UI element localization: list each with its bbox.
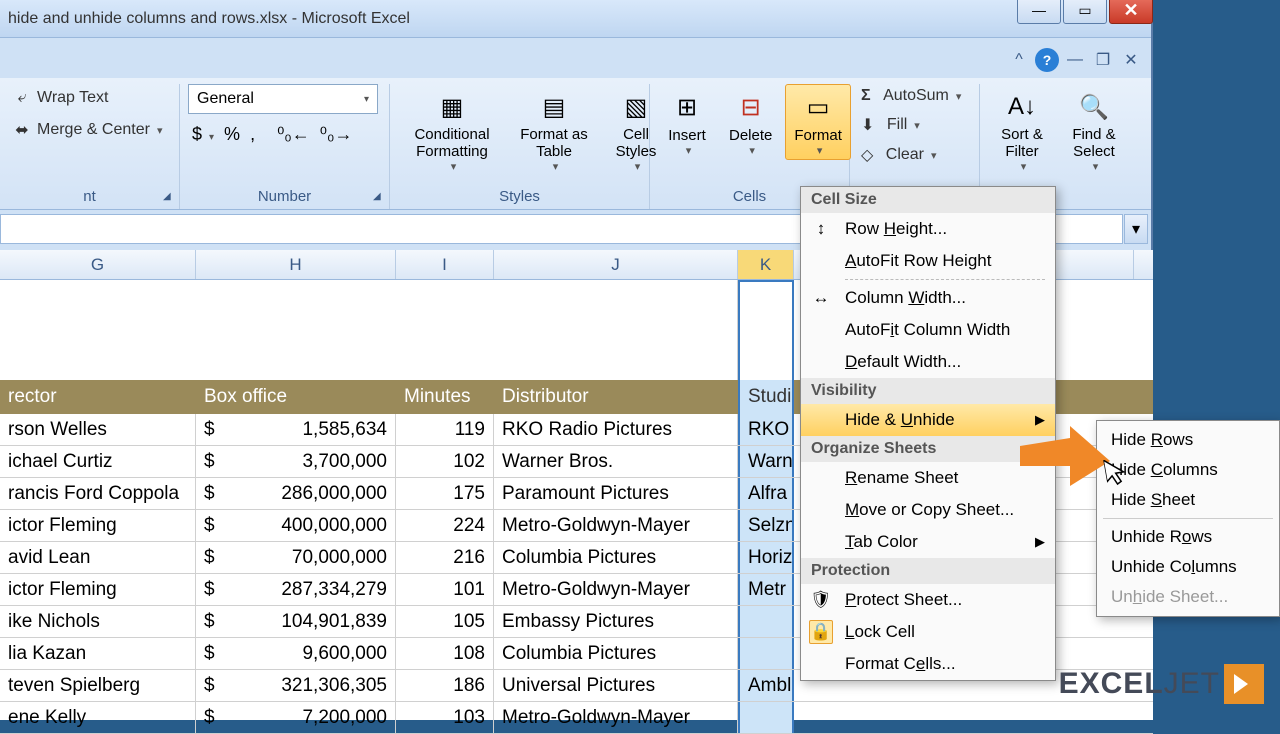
alignment-group-label: nt (8, 184, 171, 209)
menu-move-copy[interactable]: Move or Copy Sheet... (801, 494, 1055, 526)
autosum-button[interactable]: Σ AutoSum (858, 84, 968, 108)
menu-default-width[interactable]: Default Width... (801, 346, 1055, 378)
submenu-unhide-rows[interactable]: Unhide Rows (1097, 522, 1279, 552)
menu-autofit-row[interactable]: AutoFit Row Height (801, 245, 1055, 277)
column-header-k[interactable]: K (738, 250, 794, 279)
format-icon: ▭ (798, 87, 838, 127)
alignment-launcher-icon[interactable]: ◢ (163, 191, 177, 205)
column-header-j[interactable]: J (494, 250, 738, 279)
hide-unhide-submenu: Hide Rows Hide Columns Hide Sheet Unhide… (1096, 420, 1280, 617)
delete-button[interactable]: ⊟ Delete (720, 84, 781, 160)
merge-center-button[interactable]: ⬌ Merge & Center (8, 116, 169, 144)
annotation-arrow-icon (1020, 426, 1110, 496)
lock-icon: 🔒 (809, 620, 833, 644)
menu-column-width[interactable]: ↔ Column Width... (801, 282, 1055, 314)
menu-tab-color[interactable]: Tab Color ▶ (801, 526, 1055, 558)
row-height-icon: ↕ (809, 217, 833, 241)
menu-autofit-column[interactable]: AutoFit Column Width (801, 314, 1055, 346)
ribbon-minimize-icon[interactable]: ^ (1007, 48, 1031, 72)
format-as-table-button[interactable]: ▤ Format as Table (510, 84, 598, 176)
binoculars-icon: 🔍 (1074, 87, 1114, 127)
maximize-button[interactable]: ▭ (1063, 0, 1107, 24)
window-minimize-icon[interactable]: — (1063, 48, 1087, 72)
percent-button[interactable]: % (224, 124, 240, 145)
formula-bar-expand[interactable]: ▾ (1124, 214, 1148, 244)
wrap-text-button[interactable]: ⤶ Wrap Text (8, 84, 115, 112)
conditional-formatting-button[interactable]: ▦ Conditional Formatting (398, 84, 506, 176)
format-button[interactable]: ▭ Format (785, 84, 851, 160)
window-title: hide and unhide columns and rows.xlsx - … (8, 10, 410, 28)
menu-section-visibility: Visibility (801, 378, 1055, 404)
menu-section-cell-size: Cell Size (801, 187, 1055, 213)
window-close-icon[interactable]: ✕ (1119, 48, 1143, 72)
menu-lock-cell[interactable]: 🔒 Lock Cell (801, 616, 1055, 648)
conditional-formatting-icon: ▦ (432, 87, 472, 127)
shield-icon: 🛡 (809, 588, 833, 612)
menu-protect-sheet[interactable]: 🛡 Protect Sheet... (801, 584, 1055, 616)
delete-icon: ⊟ (731, 87, 771, 127)
sigma-icon: Σ (861, 87, 871, 105)
number-format-value: General (197, 90, 254, 108)
menu-hide-unhide[interactable]: Hide & Unhide ▶ (801, 404, 1055, 436)
format-dropdown-menu: Cell Size ↕ Row Height... AutoFit Row He… (800, 186, 1056, 681)
wrap-text-label: Wrap Text (37, 89, 108, 107)
submenu-unhide-sheet: Unhide Sheet... (1097, 582, 1279, 612)
header-distributor: Distributor (494, 380, 738, 414)
increase-decimal-button[interactable]: ⁰₀← (277, 124, 310, 145)
submenu-arrow-icon: ▶ (1035, 534, 1045, 550)
number-launcher-icon[interactable]: ◢ (373, 191, 387, 205)
sort-filter-icon: A↓ (1002, 87, 1042, 127)
menu-rename-sheet[interactable]: Rename Sheet (801, 462, 1055, 494)
menu-section-organize: Organize Sheets (801, 436, 1055, 462)
window-restore-icon[interactable]: ❐ (1091, 48, 1115, 72)
format-table-icon: ▤ (534, 87, 574, 127)
styles-group-label: Styles (398, 184, 641, 209)
sort-filter-button[interactable]: A↓ Sort & Filter (988, 84, 1056, 176)
exceljet-logo: EXCELJET (1059, 664, 1264, 704)
insert-icon: ⊞ (667, 87, 707, 127)
merge-center-label: Merge & Center (37, 121, 150, 139)
merge-icon: ⬌ (11, 119, 33, 141)
menu-section-protection: Protection (801, 558, 1055, 584)
column-width-icon: ↔ (809, 286, 833, 310)
find-select-button[interactable]: 🔍 Find & Select (1060, 84, 1128, 176)
minimize-button[interactable]: — (1017, 0, 1061, 24)
fill-button[interactable]: ⬇ Fill (858, 112, 927, 138)
header-studio: Studi (738, 380, 794, 414)
column-header-i[interactable]: I (396, 250, 494, 279)
submenu-hide-rows[interactable]: Hide Rows (1097, 425, 1279, 455)
help-icon[interactable]: ? (1035, 48, 1059, 72)
wrap-text-icon: ⤶ (11, 87, 33, 109)
clear-button[interactable]: ◇ Clear (858, 142, 944, 168)
submenu-unhide-columns[interactable]: Unhide Columns (1097, 552, 1279, 582)
number-group-label: Number (188, 184, 381, 209)
eraser-icon: ◇ (861, 145, 873, 165)
fill-icon: ⬇ (861, 115, 874, 135)
close-button[interactable]: ✕ (1109, 0, 1153, 24)
column-header-g[interactable]: G (0, 250, 196, 279)
logo-play-icon (1224, 664, 1264, 704)
titlebar: hide and unhide columns and rows.xlsx - … (0, 0, 1151, 38)
insert-button[interactable]: ⊞ Insert (658, 84, 716, 160)
menu-format-cells[interactable]: Format Cells... (801, 648, 1055, 680)
table-row[interactable]: ene Kelly$7,200,000103Metro-Goldwyn-Maye… (0, 702, 1153, 734)
menu-row-height[interactable]: ↕ Row Height... (801, 213, 1055, 245)
decrease-decimal-button[interactable]: ⁰₀→ (320, 124, 353, 145)
header-boxoffice: Box office (196, 380, 396, 414)
number-format-dropdown[interactable]: General ▾ (188, 84, 378, 114)
column-header-h[interactable]: H (196, 250, 396, 279)
header-director: rector (0, 380, 196, 414)
header-minutes: Minutes (396, 380, 494, 414)
comma-button[interactable]: , (250, 124, 255, 145)
currency-button[interactable]: $ ▾ (192, 124, 214, 145)
